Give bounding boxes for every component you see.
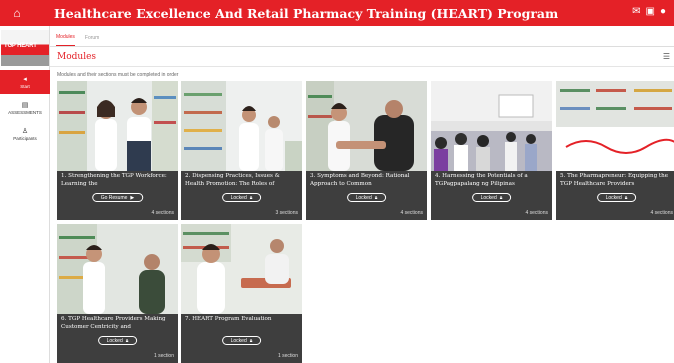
module-title: 2. Dispensing Practices, Issues & Health… <box>185 173 280 187</box>
logo: TGP HEART <box>1 30 49 66</box>
home-icon[interactable]: ⌂ <box>0 6 34 20</box>
sidebar-item-label: Start <box>20 83 30 89</box>
modules-heading: Modules ☰ <box>50 47 674 67</box>
modules-subtitle: Modules and their sections must be compl… <box>57 72 179 78</box>
module-title: 7. HEART Program Evaluation <box>185 316 272 322</box>
module-title: 6. TGP Healthcare Providers Making Custo… <box>61 316 166 330</box>
sidebar: TGP HEART ◂ Start ▤ ASSESSMENTS ♙ Partic… <box>0 26 50 363</box>
module-title: 4. Harnessing the Potentials of a TGPagp… <box>435 173 528 187</box>
module-card[interactable]: 4. Harnessing the Potentials of a TGPagp… <box>431 81 552 220</box>
lock-icon: 🔒︎ <box>624 194 628 201</box>
module-card[interactable]: 3. Symptoms and Beyond: Rational Approac… <box>306 81 427 220</box>
play-icon: ▶ <box>130 194 135 201</box>
notification-icon[interactable]: ▣ <box>646 6 655 17</box>
module-card[interactable]: 6. TGP Healthcare Providers Making Custo… <box>57 224 178 363</box>
section-count: 4 sections <box>400 210 423 216</box>
sidebar-item-assessments[interactable]: ▤ ASSESSMENTS <box>0 96 50 120</box>
locked-button[interactable]: Locked 🔒︎ <box>221 336 262 345</box>
module-card[interactable]: 1. Strengthening the TGP Workforce: Lear… <box>57 81 178 220</box>
user-icon[interactable]: ● <box>660 6 666 17</box>
lock-icon: 🔒︎ <box>374 194 378 201</box>
sidebar-item-start[interactable]: ◂ Start <box>0 70 50 94</box>
participants-icon: ♙ <box>21 127 29 135</box>
lock-icon: 🔒︎ <box>249 194 253 201</box>
sidebar-item-participants[interactable]: ♙ Participants <box>0 122 50 146</box>
module-image <box>181 224 302 314</box>
mail-icon[interactable]: ✉ <box>632 6 640 17</box>
tab-forum[interactable]: Forum <box>85 35 99 46</box>
module-title: 5. The Pharmapreneur: Equipping the TGP … <box>560 173 669 187</box>
lock-icon: 🔒︎ <box>125 337 129 344</box>
start-icon: ◂ <box>23 75 27 83</box>
module-image <box>431 81 552 171</box>
module-card[interactable]: 7. HEART Program Evaluation Locked 🔒︎ 1 s… <box>181 224 302 363</box>
top-bar: ⌂ Healthcare Excellence And Retail Pharm… <box>0 0 674 26</box>
section-count: 4 sections <box>525 210 548 216</box>
module-title: 1. Strengthening the TGP Workforce: Lear… <box>61 173 167 187</box>
module-image <box>306 81 427 171</box>
section-count: 1 section <box>153 353 174 359</box>
locked-button[interactable]: Locked 🔒︎ <box>471 193 512 202</box>
sidebar-item-label: ASSESSMENTS <box>8 109 42 115</box>
lock-icon: 🔒︎ <box>499 194 503 201</box>
locked-button[interactable]: Locked 🔒︎ <box>97 336 138 345</box>
module-card[interactable]: 2. Dispensing Practices, Issues & Health… <box>181 81 302 220</box>
sidebar-item-label: Participants <box>13 135 37 141</box>
locked-button[interactable]: Locked 🔒︎ <box>346 193 387 202</box>
page-title: Healthcare Excellence And Retail Pharmac… <box>54 5 559 21</box>
section-count: 4 sections <box>151 210 174 216</box>
module-card[interactable]: 5. The Pharmapreneur: Equipping the TGP … <box>556 81 674 220</box>
module-title: 3. Symptoms and Beyond: Rational Approac… <box>310 173 410 187</box>
assessment-icon: ▤ <box>21 101 29 109</box>
tab-modules[interactable]: Modules <box>56 34 75 46</box>
menu-icon[interactable]: ☰ <box>663 52 670 61</box>
module-image <box>181 81 302 171</box>
module-image <box>57 224 178 314</box>
section-count: 1 section <box>277 353 298 359</box>
section-count: 3 sections <box>275 210 298 216</box>
header-actions: ✉ ▣ ● <box>632 6 666 17</box>
module-image <box>57 81 178 171</box>
locked-button[interactable]: Locked 🔒︎ <box>596 193 637 202</box>
section-count: 4 sections <box>650 210 673 216</box>
lock-icon: 🔒︎ <box>249 337 253 344</box>
module-image <box>556 81 674 171</box>
tab-bar: Modules Forum <box>50 26 674 47</box>
resume-button[interactable]: Go Resume ▶ <box>91 193 144 202</box>
locked-button[interactable]: Locked 🔒︎ <box>221 193 262 202</box>
